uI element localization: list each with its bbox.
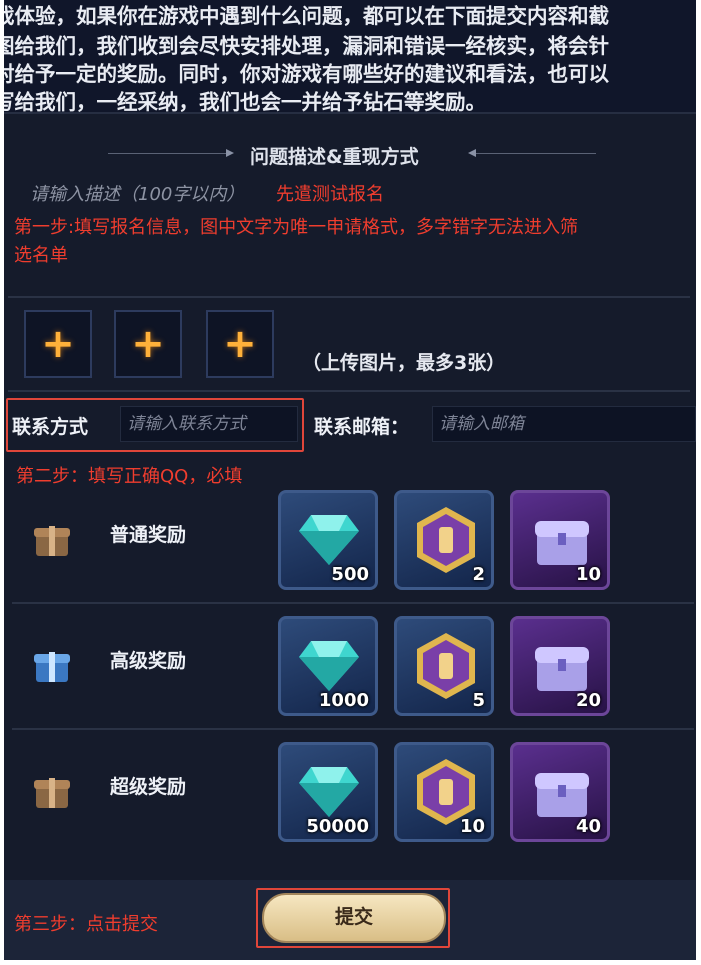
divider [12,602,694,604]
step1-line-1: 第一步:填写报名信息，图中文字为唯一申请格式，多字错字无法进入筛 [14,217,579,238]
item-count: 1000 [318,690,369,711]
intro-line-4: 写给我们，一经采纳，我们也会一并给予钻石等奖励。 [4,90,486,112]
divider [8,296,690,298]
reward-row-normal: 普通奖励 500 2 10 [4,480,696,600]
diamond-item: 1000 [278,616,378,716]
badge-icon [417,507,475,573]
intro-divider [4,112,696,114]
badge-icon [417,633,475,699]
diamond-icon [299,515,359,565]
diamond-item: 50000 [278,742,378,842]
section-title: 问题描述&重现方式 [250,146,419,168]
reward-row-advanced: 高级奖励 1000 5 20 [4,606,696,726]
badge-item: 10 [394,742,494,842]
reward-tier-name: 超级奖励 [110,776,187,798]
plus-icon: + [41,321,75,367]
chest-item: 10 [510,490,610,590]
step1-annotation: 第一步:填写报名信息，图中文字为唯一申请格式，多字错字无法进入筛 选名单 [14,214,578,270]
step3-annotation: 第三步：点击提交 [14,914,158,935]
divider [12,728,694,730]
step1-line-2: 选名单 [14,245,68,266]
chest-item: 40 [510,742,610,842]
diamond-icon [299,641,359,691]
reward-row-super: 超级奖励 50000 10 40 [4,732,696,852]
item-count: 20 [575,690,601,711]
diamond-icon [299,767,359,817]
gift-bronze-icon [34,524,70,556]
diamond-item: 500 [278,490,378,590]
description-input[interactable]: 请输入描述（100字以内） [30,180,244,206]
divider [8,390,690,392]
intro-text: 戏体验，如果你在游戏中遇到什么问题，都可以在下面提交内容和截 图给我们，我们收到… [4,0,696,112]
gift-bronze-icon [34,776,70,808]
item-count: 500 [331,564,369,585]
contact-highlight-box [6,398,304,452]
upload-slot-3[interactable]: + [206,310,274,378]
item-count: 10 [575,564,601,585]
reward-tier-name: 高级奖励 [110,650,187,672]
feedback-panel: 戏体验，如果你在游戏中遇到什么问题，都可以在下面提交内容和截 图给我们，我们收到… [4,0,696,960]
header-arrow-right-icon [468,149,476,157]
description-typed-text: 先遣测试报名 [276,184,384,205]
item-count: 2 [472,564,485,585]
email-label: 联系邮箱： [314,416,410,438]
header-arrow-left-icon [226,149,234,157]
badge-item: 2 [394,490,494,590]
email-input[interactable]: 请输入邮箱 [432,406,696,442]
badge-item: 5 [394,616,494,716]
gift-blue-icon [34,650,70,682]
item-count: 10 [459,816,485,837]
section-header: 问题描述&重现方式 [4,140,696,170]
reward-tier-name: 普通奖励 [110,524,187,546]
plus-icon: + [131,321,165,367]
item-count: 5 [472,690,485,711]
upload-slot-1[interactable]: + [24,310,92,378]
intro-line-1: 戏体验，如果你在游戏中遇到什么问题，都可以在下面提交内容和截 [4,4,609,28]
upload-hint: （上传图片，最多3张） [302,352,506,374]
item-count: 40 [575,816,601,837]
description-placeholder: 请输入描述（100字以内） [30,184,245,205]
item-count: 50000 [306,816,369,837]
upload-slot-2[interactable]: + [114,310,182,378]
header-line-right [476,153,596,154]
chest-item: 20 [510,616,610,716]
submit-highlight-box [256,888,450,948]
header-line-left [108,153,228,154]
plus-icon: + [223,321,257,367]
